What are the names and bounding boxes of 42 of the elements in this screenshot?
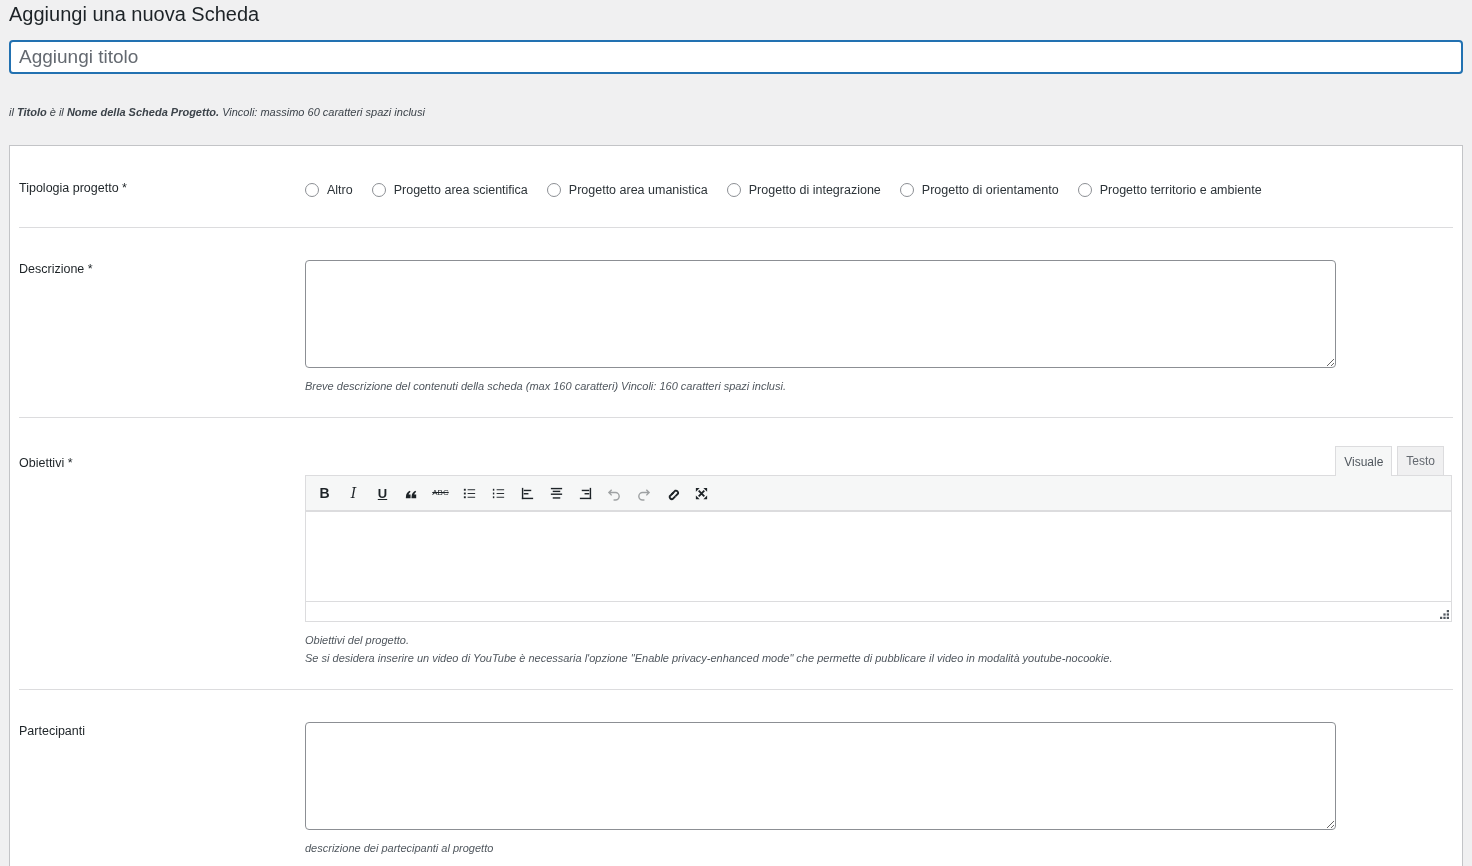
field-label: Tipologia progetto * <box>19 179 128 197</box>
radio-button[interactable] <box>305 182 319 197</box>
align-left-icon <box>520 485 535 501</box>
help-text: descrizione dei partecipanti al progetto <box>305 841 495 857</box>
align-right-icon <box>578 485 593 501</box>
radio-label: Progetto di integrazione <box>748 181 881 199</box>
radio-button[interactable] <box>546 182 561 197</box>
field-label: Obiettivi * <box>19 455 74 473</box>
radio-button[interactable] <box>1077 182 1092 197</box>
help-text: Breve descrizione del contenuti della scheda (max 160 caratteri) Vincoli: 160 caratteri spazi inclusi. <box>305 379 787 395</box>
radio-button[interactable] <box>899 182 914 197</box>
radio-option[interactable]: Progetto territorio e ambiente <box>1077 180 1262 200</box>
field-label: Partecipanti <box>19 723 86 741</box>
radio-label: Progetto di orientamento <box>921 181 1059 199</box>
toolbar-button[interactable]: I <box>343 482 364 504</box>
editor-tab[interactable]: Visuale <box>1335 446 1393 477</box>
radio-option[interactable]: Progetto di integrazione <box>726 180 881 200</box>
toolbar-button[interactable]: ABC <box>430 482 451 504</box>
radio-option[interactable]: Altro <box>305 180 353 200</box>
title-input[interactable]: Aggiungi titolo <box>9 40 1463 74</box>
radio-option[interactable]: Progetto di orientamento <box>899 180 1059 200</box>
editor-tab[interactable]: Testo <box>1397 446 1444 476</box>
radio-button[interactable] <box>371 182 386 197</box>
align-center-icon <box>549 485 564 501</box>
radio-label: Progetto territorio e ambiente <box>1099 181 1262 199</box>
toolbar-button[interactable]: B <box>314 482 335 504</box>
radio-option[interactable]: Progetto area scientifica <box>371 180 528 200</box>
help-text: Se si desidera inserire un video di YouTube è necessaria l'opzione "Enable privacy-enhanced mode" che permette di pubblicare il video in modalità youtube-nocookie. <box>305 651 1114 667</box>
radio-button[interactable] <box>726 182 741 197</box>
help-text: Obiettivi del progetto. <box>305 633 410 649</box>
page-title: Aggiungi una nuova Scheda <box>9 2 261 26</box>
field-label: Descrizione * <box>19 261 94 279</box>
radio-label: Altro <box>327 181 353 199</box>
radio-label: Progetto area umanistica <box>568 181 708 199</box>
radio-label: Progetto area scientifica <box>393 181 528 199</box>
radio-option[interactable]: Progetto area umanistica <box>546 180 708 200</box>
text-area[interactable] <box>305 260 1336 369</box>
fullscreen-icon <box>694 485 709 501</box>
text-area[interactable] <box>305 722 1336 831</box>
toolbar-button[interactable]: U <box>372 482 393 504</box>
title-hint: il Titolo è il Nome della Scheda Progetto. Vincoli: massimo 60 caratteri spazi inclusi <box>9 105 426 120</box>
resize-handle-icon[interactable] <box>1440 610 1449 620</box>
